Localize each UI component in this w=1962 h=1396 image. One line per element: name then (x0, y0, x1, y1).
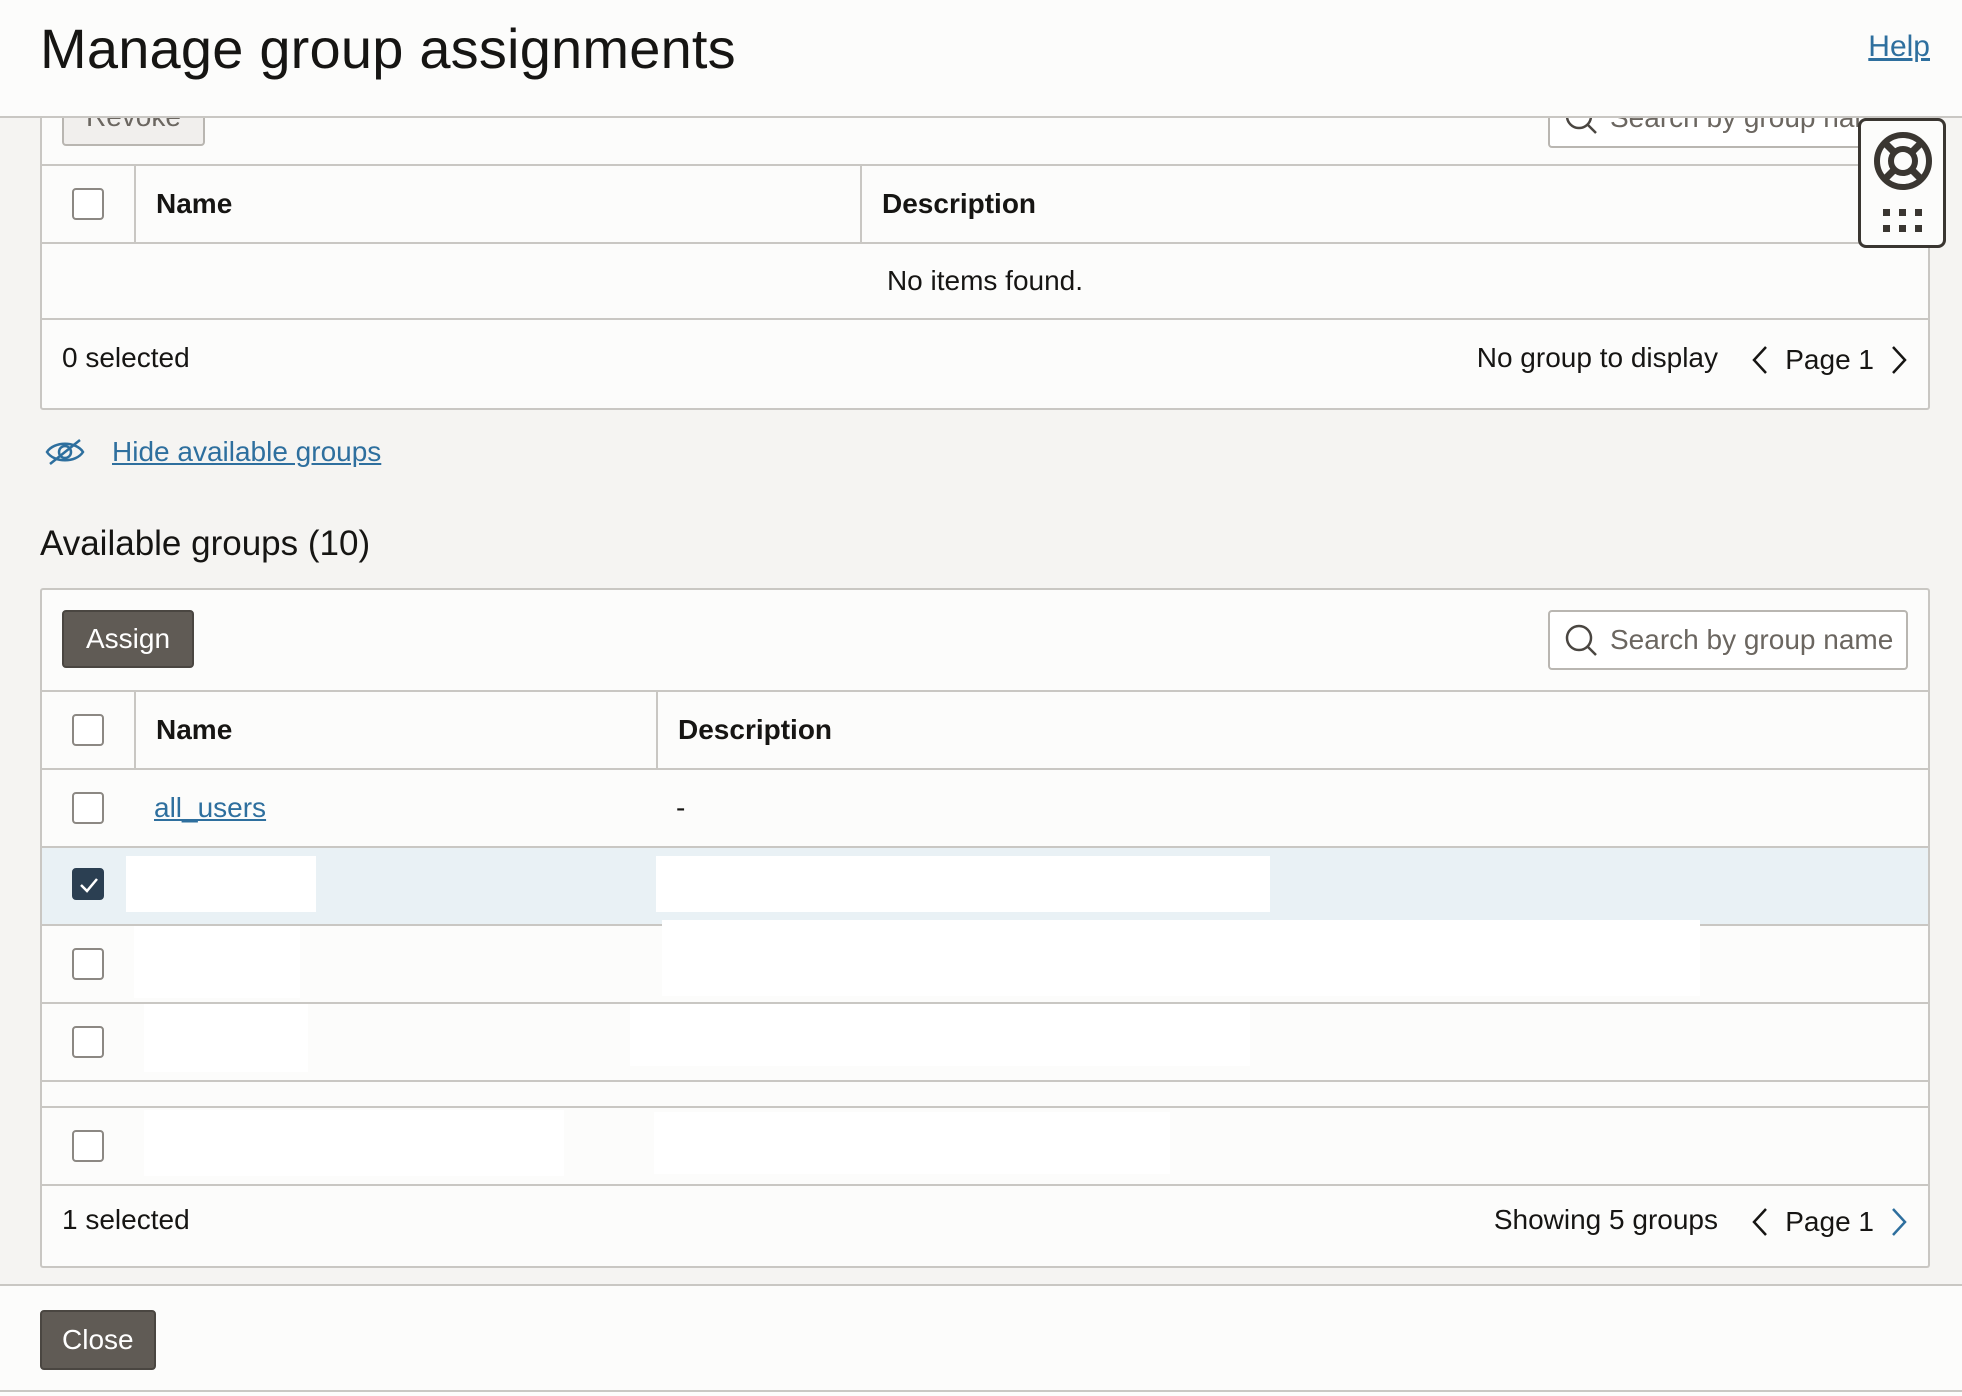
table-row[interactable] (42, 1106, 1928, 1186)
redacted-description (654, 1112, 1170, 1174)
chevron-right-icon[interactable] (1884, 342, 1914, 378)
result-summary: Showing 5 groups (1493, 1204, 1718, 1235)
column-header-name[interactable]: Name (134, 692, 656, 768)
available-groups-heading: Available groups (10) (40, 524, 371, 563)
redacted-name (134, 926, 300, 998)
assigned-table-header: Name Description (42, 164, 1928, 242)
column-header-name-label: Name (156, 188, 233, 219)
available-search-input[interactable] (1610, 624, 1906, 656)
redacted-name (126, 856, 316, 912)
floating-help-widget[interactable] (1858, 118, 1946, 248)
column-header-description[interactable]: Description (860, 166, 1036, 242)
column-header-description-label: Description (678, 714, 833, 745)
selected-count: 1 selected (62, 1204, 190, 1235)
assigned-search-field[interactable] (1548, 118, 1908, 148)
column-header-name-label: Name (156, 714, 233, 745)
available-groups-panel-lower: 1 selected Showing 5 groups Page 1 (40, 1106, 1930, 1268)
row-checkbox[interactable] (72, 1130, 104, 1162)
column-header-name[interactable]: Name (134, 166, 860, 242)
redacted-name (144, 1110, 564, 1176)
available-groups-panel: Assign Name Description all_users - (40, 588, 1930, 1112)
row-checkbox[interactable] (72, 792, 104, 824)
column-header-description[interactable]: Description (656, 692, 832, 768)
checkmark-icon (80, 878, 98, 893)
assigned-empty-row: No items found. (42, 242, 1928, 318)
row-checkbox[interactable] (72, 868, 104, 900)
chevron-left-icon[interactable] (1745, 1204, 1775, 1240)
assigned-table-footer: 0 selected No group to display Page 1 (42, 318, 1928, 408)
hide-available-groups-link[interactable]: Hide available groups (112, 436, 381, 468)
group-name-link[interactable]: all_users (154, 770, 266, 846)
lifebuoy-icon[interactable] (1873, 131, 1933, 191)
table-row[interactable] (42, 920, 1928, 1002)
column-header-description-label: Description (882, 188, 1037, 219)
grid-dots-icon[interactable] (1881, 207, 1925, 235)
assigned-pagination: Page 1 (1745, 342, 1914, 378)
assign-button[interactable]: Assign (62, 610, 195, 668)
available-select-all-checkbox[interactable] (72, 714, 104, 746)
empty-state-text: No items found. (886, 265, 1084, 296)
table-row[interactable] (42, 846, 1928, 924)
redacted-name (144, 1004, 308, 1072)
redacted-description (630, 1004, 1250, 1066)
result-summary: No group to display (1476, 342, 1718, 373)
eye-slash-icon (45, 439, 85, 465)
dialog-header: Manage group assignments Help (0, 0, 1962, 118)
available-table-header: Name Description (42, 690, 1928, 768)
search-icon (1565, 624, 1597, 656)
table-row[interactable] (42, 1002, 1928, 1080)
page-title: Manage group assignments (40, 17, 736, 80)
assigned-groups-panel: Revoke Name Description No items found. … (40, 118, 1930, 410)
assigned-select-all-checkbox[interactable] (72, 188, 104, 220)
help-link[interactable]: Help (1868, 30, 1930, 64)
chevron-right-icon[interactable] (1884, 1204, 1914, 1240)
row-checkbox[interactable] (72, 1026, 104, 1058)
row-checkbox[interactable] (72, 948, 104, 980)
redacted-description (656, 856, 1270, 912)
redacted-description (662, 920, 1700, 996)
available-search-field[interactable] (1548, 610, 1908, 670)
toggle-available-groups[interactable]: Hide available groups (44, 436, 381, 468)
search-icon (1565, 118, 1597, 134)
page-indicator: Page 1 (1785, 1206, 1874, 1237)
dialog-content[interactable]: Revoke Name Description No items found. … (0, 118, 1962, 1284)
available-table-footer: 1 selected Showing 5 groups Page 1 (42, 1184, 1928, 1266)
chevron-left-icon[interactable] (1745, 342, 1775, 378)
selected-count: 0 selected (62, 342, 190, 373)
group-description: - (676, 792, 686, 823)
available-pagination: Page 1 (1745, 1204, 1914, 1240)
close-button[interactable]: Close (40, 1310, 156, 1370)
page-indicator: Page 1 (1785, 344, 1874, 375)
revoke-button[interactable]: Revoke (62, 118, 205, 146)
table-row[interactable]: all_users - (42, 768, 1928, 846)
dialog-footer: Close (0, 1284, 1962, 1396)
